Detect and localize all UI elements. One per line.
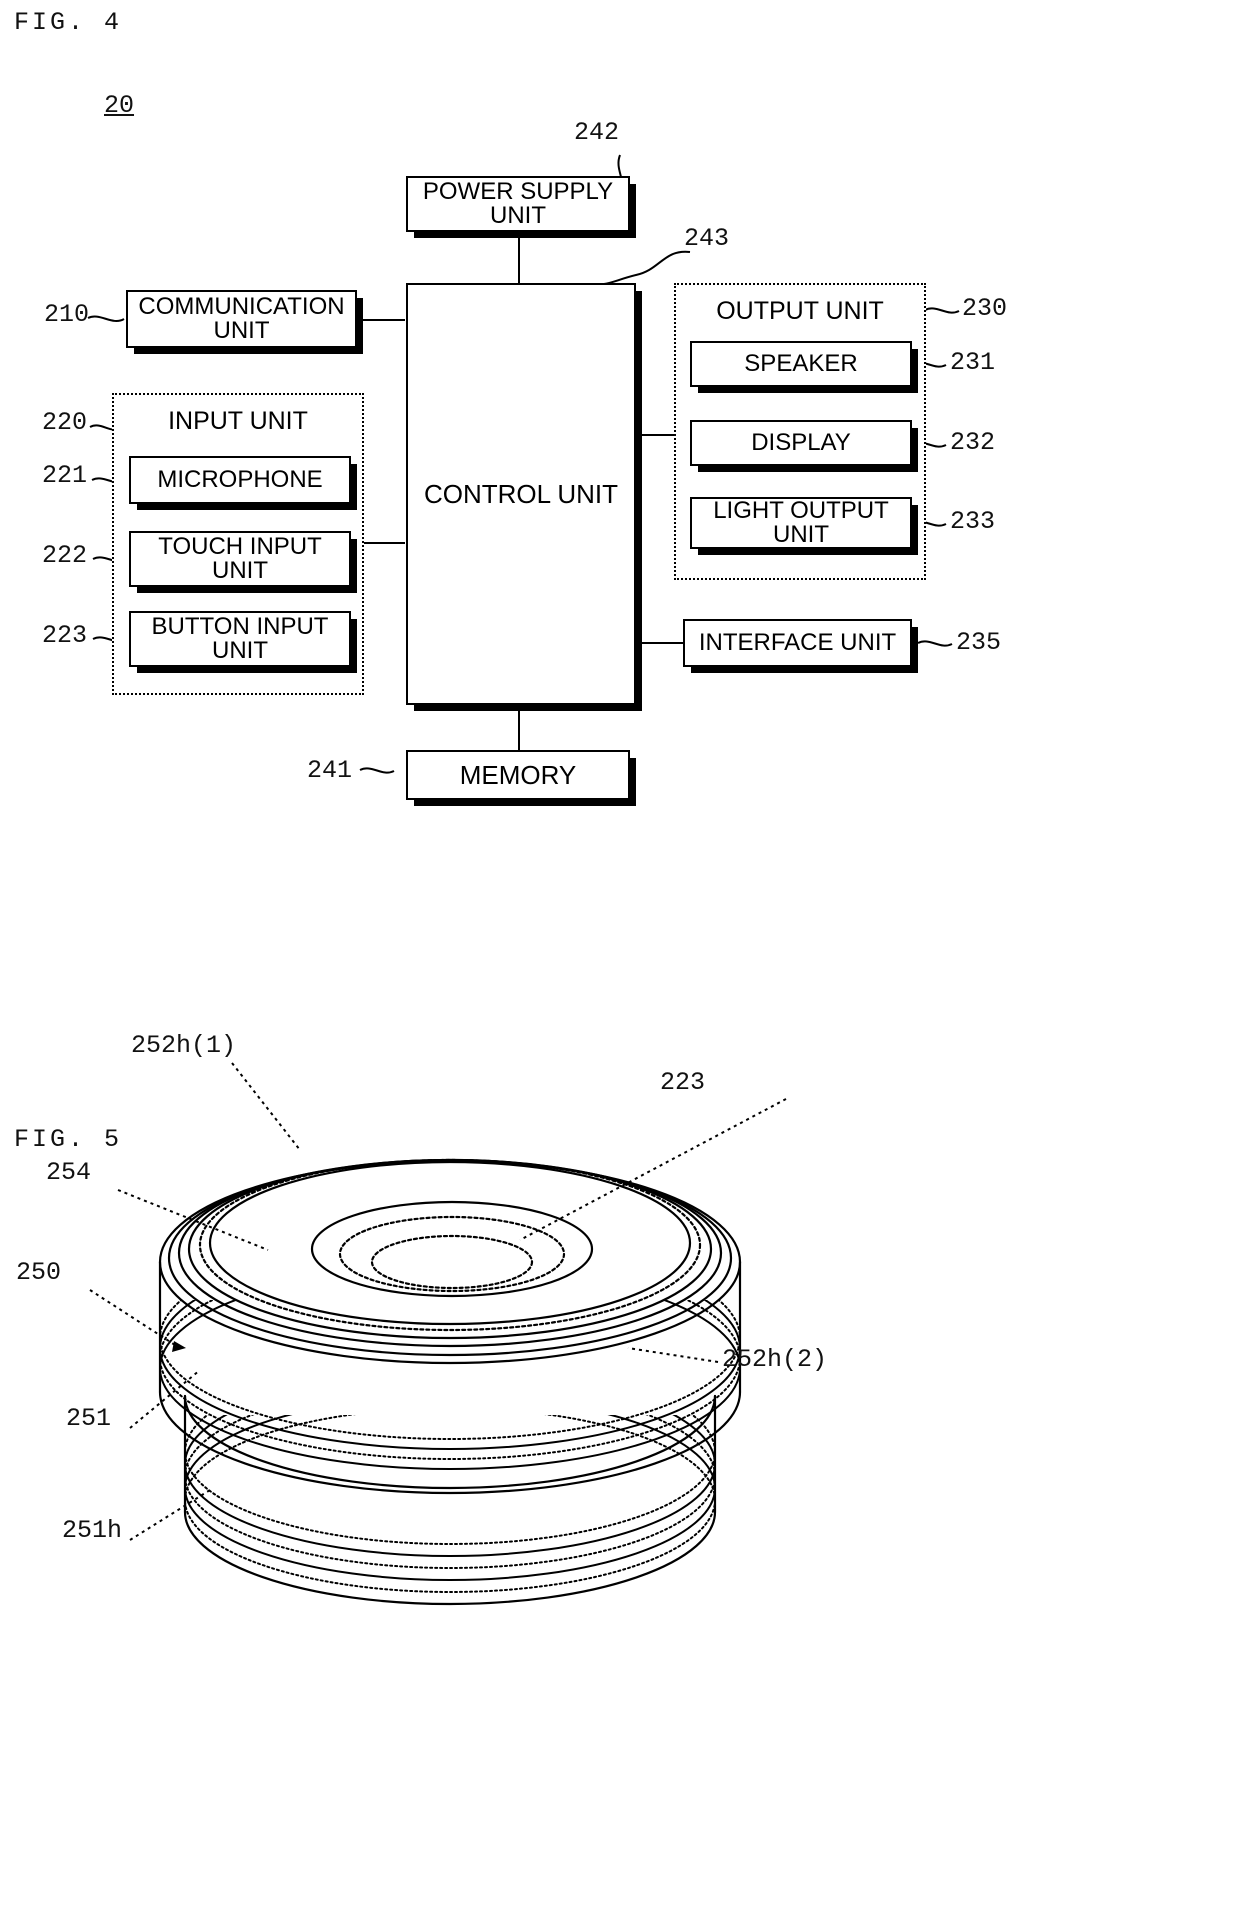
ref-250: 250 <box>16 1258 62 1287</box>
ref-251h: 251h <box>62 1516 123 1545</box>
ref-254: 254 <box>46 1158 92 1187</box>
ref-252h-2: 252h(2) <box>722 1345 828 1374</box>
figure-5-speaker-device-drawing <box>89 1062 787 1606</box>
ref-251: 251 <box>66 1404 112 1433</box>
ref-252h-1: 252h(1) <box>131 1031 237 1060</box>
ref-223-fig5: 223 <box>660 1068 706 1097</box>
